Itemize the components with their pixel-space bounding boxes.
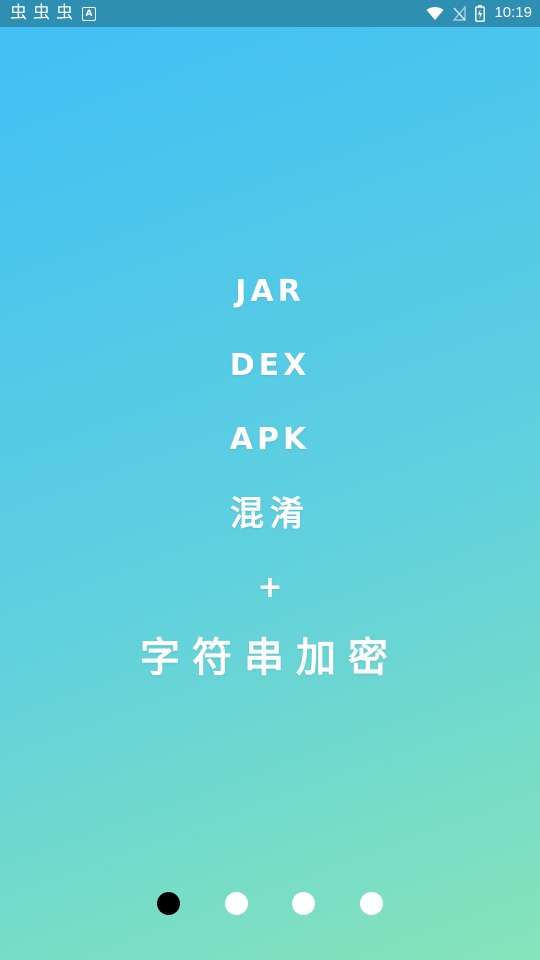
page-dot-2[interactable]	[225, 892, 248, 915]
slide-line-dex: DEX	[229, 348, 311, 383]
page-indicator	[0, 892, 540, 916]
intro-slide: JAR DEX APK 混淆 + 字符串加密	[0, 260, 540, 696]
slide-line-obfuscation: 混淆	[230, 494, 310, 534]
clock: 10:19	[494, 4, 532, 21]
battery-icon	[475, 4, 486, 22]
bug-icon: 虫	[56, 3, 73, 23]
page-dot-1[interactable]	[157, 892, 180, 915]
notification-icons: 虫 虫 虫 A	[10, 4, 96, 23]
bug-icon: 虫	[10, 3, 27, 23]
page-dot-3[interactable]	[292, 892, 315, 915]
slide-line-string-encryption: 字符串加密	[140, 635, 400, 681]
slide-line-plus: +	[257, 570, 283, 605]
no-signal-icon	[453, 5, 467, 21]
a-notification-icon: A	[82, 6, 96, 21]
status-bar: 虫 虫 虫 A 10:19	[0, 0, 540, 27]
bug-icon: 虫	[33, 3, 50, 23]
wifi-icon	[426, 6, 444, 20]
slide-line-jar: JAR	[235, 274, 305, 309]
page-dot-4[interactable]	[360, 892, 383, 915]
slide-line-apk: APK	[229, 422, 311, 457]
system-icons: 10:19	[426, 3, 532, 23]
